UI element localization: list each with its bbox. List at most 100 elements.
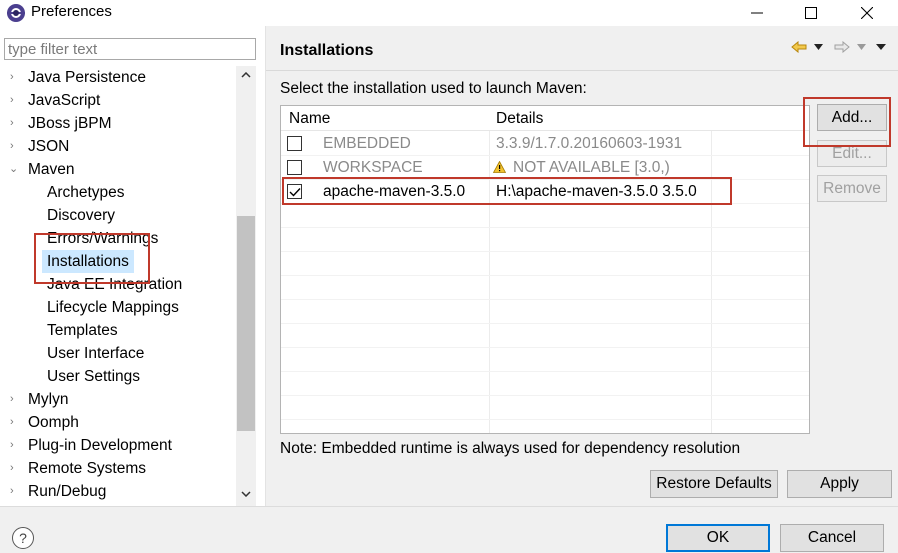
chevron-right-icon[interactable]: › — [10, 112, 22, 135]
table-row[interactable]: WORKSPACE NOT AVAILABLE [3.0,) — [281, 156, 809, 179]
tree-item-run-debug[interactable]: › Run/Debug — [0, 480, 236, 503]
close-button[interactable] — [842, 0, 892, 26]
row-divider — [281, 419, 809, 420]
tree-item-maven[interactable]: ⌄ Maven — [0, 158, 236, 181]
cancel-button[interactable]: Cancel — [780, 524, 884, 552]
tree-item-label: Archetypes — [47, 184, 125, 201]
row-divider — [281, 323, 809, 324]
note-text: Note: Embedded runtime is always used fo… — [280, 440, 741, 457]
row-divider — [281, 371, 809, 372]
forward-arrow-icon[interactable] — [831, 37, 853, 57]
row-divider — [281, 227, 809, 228]
chevron-right-icon[interactable]: › — [10, 457, 22, 480]
tree-item-label: Run/Debug — [28, 483, 107, 500]
back-arrow-icon[interactable] — [788, 37, 810, 57]
title-bar: Preferences — [0, 0, 898, 26]
tree-item-label: JBoss jBPM — [28, 115, 112, 132]
tree-item-lifecycle-mappings[interactable]: Lifecycle Mappings — [0, 296, 236, 319]
column-header-details[interactable]: Details — [496, 106, 543, 131]
tree-item-label: Oomph — [28, 414, 79, 431]
scroll-up-button[interactable] — [236, 66, 256, 84]
tree-item-label: Plug-in Development — [28, 437, 172, 454]
forward-dropdown-icon[interactable] — [854, 37, 868, 57]
ok-button[interactable]: OK — [666, 524, 770, 552]
tree-item-oomph[interactable]: › Oomph — [0, 411, 236, 434]
tree-item-discovery[interactable]: Discovery — [0, 204, 236, 227]
filter-input[interactable] — [4, 38, 256, 60]
title-separator — [266, 70, 898, 71]
minimize-icon — [751, 12, 763, 14]
chevron-right-icon[interactable]: › — [10, 135, 22, 158]
annotation-highlight-maven-row — [282, 177, 732, 205]
tree-item-mylyn[interactable]: › Mylyn — [0, 388, 236, 411]
chevron-right-icon[interactable]: › — [10, 89, 22, 112]
tree-item-javascript[interactable]: › JavaScript — [0, 89, 236, 112]
row-checkbox[interactable] — [287, 160, 302, 175]
row-divider — [281, 395, 809, 396]
installations-page: Installations Select the installation us… — [266, 26, 898, 506]
chevron-down-icon — [241, 491, 251, 497]
preferences-tree: › Java Persistence › JavaScript › JBoss … — [0, 66, 236, 506]
back-dropdown-icon[interactable] — [811, 37, 825, 57]
tree-item-plug-in-development[interactable]: › Plug-in Development — [0, 434, 236, 457]
row-checkbox[interactable] — [287, 136, 302, 151]
tree-item-user-settings[interactable]: User Settings — [0, 365, 236, 388]
row-divider — [281, 275, 809, 276]
tree-item-label: JavaScript — [28, 92, 101, 109]
tree-item-templates[interactable]: Templates — [0, 319, 236, 342]
window-title: Preferences — [31, 3, 112, 20]
tree-item-json[interactable]: › JSON — [0, 135, 236, 158]
view-menu-icon[interactable] — [873, 37, 889, 57]
tree-item-label: Maven — [28, 161, 75, 178]
apply-button[interactable]: Apply — [787, 470, 892, 498]
close-icon — [861, 7, 873, 19]
tree-item-label: Discovery — [47, 207, 116, 224]
tree-item-archetypes[interactable]: Archetypes — [0, 181, 236, 204]
table-header: Name Details — [281, 106, 809, 131]
tree-item-label: User Interface — [47, 345, 145, 362]
remove-button[interactable]: Remove — [817, 175, 887, 202]
tree-item-label: Templates — [47, 322, 118, 339]
installation-details: 3.3.9/1.7.0.20160603-1931 — [496, 135, 683, 152]
maximize-button[interactable] — [786, 0, 836, 26]
restore-defaults-button[interactable]: Restore Defaults — [650, 470, 778, 498]
annotation-highlight-add-button — [803, 97, 891, 147]
table-row[interactable]: EMBEDDED 3.3.9/1.7.0.20160603-1931 — [281, 132, 809, 155]
column-header-name[interactable]: Name — [289, 106, 330, 131]
dialog-footer: ? OK Cancel — [0, 507, 898, 553]
preferences-tree-pane: › Java Persistence › JavaScript › JBoss … — [0, 26, 261, 506]
instruction-text: Select the installation used to launch M… — [280, 80, 587, 97]
row-divider — [281, 347, 809, 348]
chevron-up-icon — [241, 72, 251, 78]
tree-item-label: Remote Systems — [28, 460, 147, 477]
chevron-right-icon[interactable]: › — [10, 66, 22, 89]
annotation-highlight-installations — [34, 233, 150, 284]
tree-item-java-persistence[interactable]: › Java Persistence — [0, 66, 236, 89]
tree-item-label: User Settings — [47, 368, 141, 385]
minimize-button[interactable] — [732, 0, 782, 26]
chevron-right-icon[interactable]: › — [10, 388, 22, 411]
installation-name: WORKSPACE — [323, 159, 423, 176]
chevron-down-icon[interactable]: ⌄ — [9, 158, 21, 181]
chevron-right-icon[interactable]: › — [10, 434, 22, 457]
page-title: Installations — [280, 42, 374, 59]
chevron-right-icon[interactable]: › — [10, 480, 22, 503]
scrollbar-thumb[interactable] — [237, 216, 255, 431]
chevron-right-icon[interactable]: › — [10, 411, 22, 434]
row-divider — [281, 299, 809, 300]
row-divider — [281, 251, 809, 252]
scroll-down-button[interactable] — [236, 485, 256, 503]
tree-item-jboss-jbpm[interactable]: › JBoss jBPM — [0, 112, 236, 135]
tree-item-label: JSON — [28, 138, 70, 155]
tree-item-user-interface[interactable]: User Interface — [0, 342, 236, 365]
eclipse-app-icon — [6, 3, 26, 23]
tree-item-label: Java Persistence — [28, 69, 147, 86]
help-icon[interactable]: ? — [12, 527, 34, 549]
maximize-icon — [805, 7, 817, 19]
installations-table[interactable]: Name Details EMBEDDED 3.3.9/1.7.0.201606… — [280, 105, 810, 434]
tree-item-label: Mylyn — [28, 391, 69, 408]
tree-item-remote-systems[interactable]: › Remote Systems — [0, 457, 236, 480]
installation-details: NOT AVAILABLE [3.0,) — [513, 159, 670, 176]
tree-item-label: Lifecycle Mappings — [47, 299, 179, 316]
installation-name: EMBEDDED — [323, 135, 411, 152]
